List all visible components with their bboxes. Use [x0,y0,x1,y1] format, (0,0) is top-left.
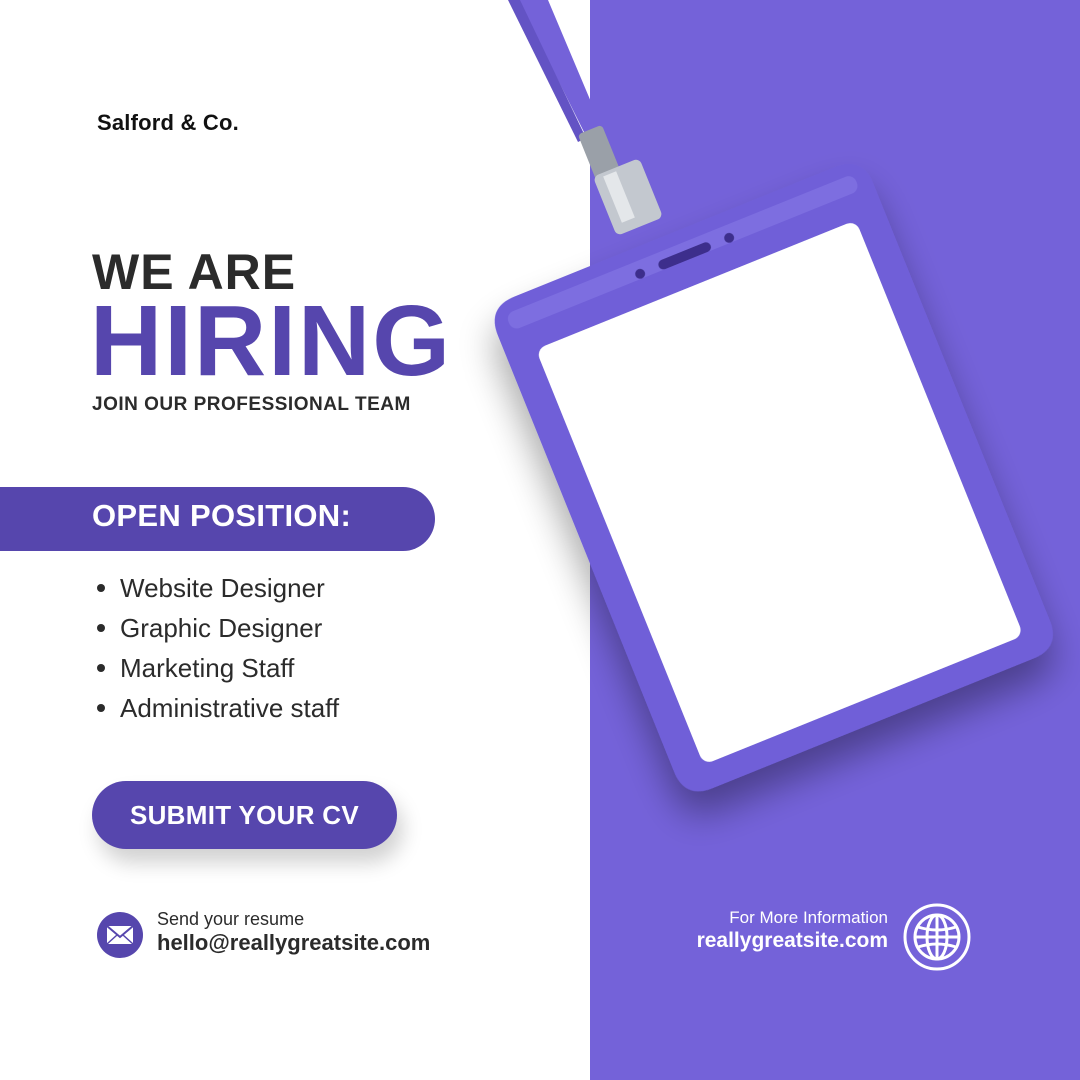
position-title: Marketing Staff [120,652,295,683]
list-item: Website Designer [92,568,339,608]
list-item: Administrative staff [92,688,339,728]
list-item: Marketing Staff [92,648,339,688]
bullet-icon [97,704,105,712]
globe-icon [903,903,971,971]
position-title: Administrative staff [120,692,340,723]
tagline: JOIN OUR PROFESSIONAL TEAM [92,394,411,415]
envelope-icon [97,912,143,958]
headline-hiring: HIRING [90,285,452,397]
position-title: Website Designer [120,572,325,603]
submit-cv-button[interactable]: SUBMIT YOUR CV [92,781,397,849]
bullet-icon [97,664,105,672]
email-link[interactable]: hello@reallygreatsite.com [157,930,430,956]
company-name: Salford & Co. [97,110,239,135]
bullet-icon [97,624,105,632]
position-title: Graphic Designer [120,612,323,643]
position-list: Website Designer Graphic Designer Market… [92,568,339,728]
info-label: For More Information [729,908,888,927]
website-link[interactable]: reallygreatsite.com [697,929,888,953]
open-position-label: OPEN POSITION: [92,498,352,533]
bullet-icon [97,584,105,592]
resume-label: Send your resume [157,909,305,929]
list-item: Graphic Designer [92,608,339,648]
